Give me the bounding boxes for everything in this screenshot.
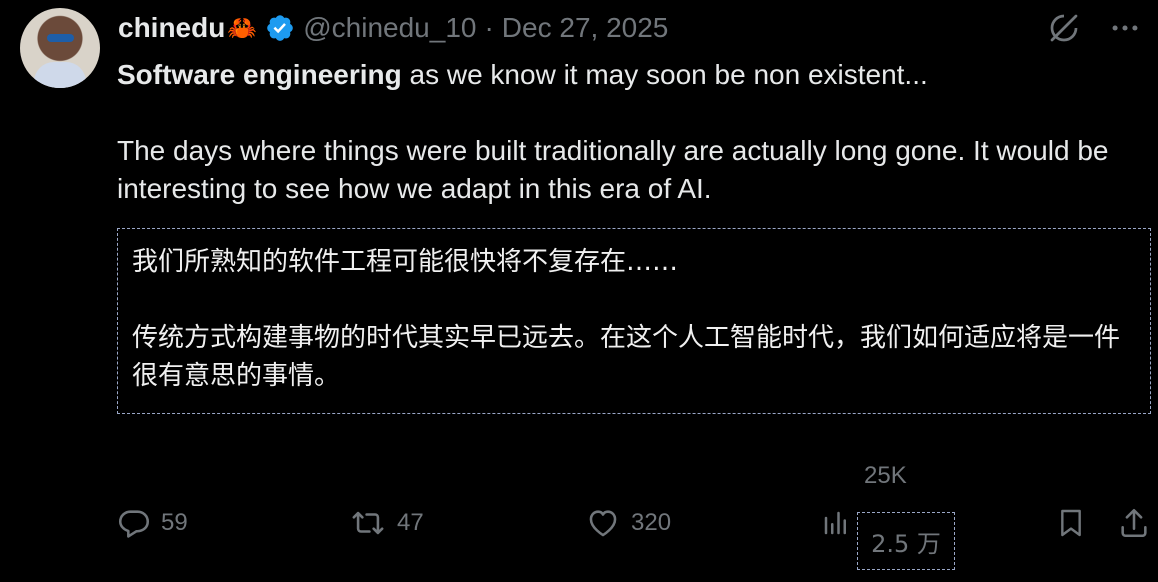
post-line1: Software engineering as we know it may s…: [117, 56, 1137, 94]
avatar[interactable]: [20, 8, 100, 88]
translation-paragraph1: 我们所熟知的软件工程可能很快将不复存在……: [132, 247, 679, 277]
more-icon[interactable]: [1108, 11, 1142, 45]
crab-emoji: 🦀: [227, 14, 258, 42]
display-name[interactable]: chinedu: [118, 12, 225, 44]
views-translated-box: 2.5 万: [857, 512, 955, 570]
bookmark-button[interactable]: [1055, 500, 1087, 546]
like-button[interactable]: 320: [585, 500, 671, 546]
handle[interactable]: @chinedu_10: [303, 12, 476, 44]
action-bar: 59 47 320: [117, 500, 1157, 546]
avatar-glasses: [47, 34, 74, 42]
tweet: chinedu 🦀 @chinedu_10 · Dec 27, 2025 Sof…: [0, 0, 1158, 582]
views-count: 25K: [864, 462, 907, 489]
translation-paragraph2: 传统方式构建事物的时代其实早已远去。在这个人工智能时代，我们如何适应将是一件很有…: [132, 323, 1121, 391]
views-button[interactable]: [821, 500, 851, 546]
like-count: 320: [631, 509, 672, 536]
post-line1-rest: as we know it may soon be non existent..…: [401, 59, 928, 90]
bookmark-icon: [1061, 509, 1081, 537]
repost-icon: [352, 511, 384, 535]
reply-count: 59: [161, 509, 188, 536]
post-date[interactable]: Dec 27, 2025: [502, 12, 669, 44]
verified-badge-icon[interactable]: [265, 13, 295, 43]
header-separator: ·: [484, 12, 494, 43]
share-icon: [1121, 508, 1147, 538]
top-actions: [1046, 10, 1142, 46]
tweet-header: chinedu 🦀 @chinedu_10 · Dec 27, 2025: [118, 10, 668, 46]
repost-count: 47: [397, 509, 424, 536]
grok-icon[interactable]: [1046, 10, 1082, 46]
post-paragraph2: The days where things were built traditi…: [117, 135, 1109, 204]
views-translated: 2.5 万: [871, 529, 941, 558]
avatar-shirt: [34, 62, 86, 88]
reply-icon: [118, 510, 150, 538]
post-body: Software engineering as we know it may s…: [117, 56, 1137, 208]
translation-box: 我们所熟知的软件工程可能很快将不复存在…… 传统方式构建事物的时代其实早已远去。…: [117, 228, 1151, 414]
reply-button[interactable]: 59: [117, 500, 188, 546]
share-button[interactable]: [1117, 500, 1151, 546]
like-icon: [589, 510, 617, 537]
post-bold-phrase: Software engineering: [117, 59, 402, 90]
views-icon: [824, 511, 846, 535]
repost-button[interactable]: 47: [349, 500, 424, 546]
